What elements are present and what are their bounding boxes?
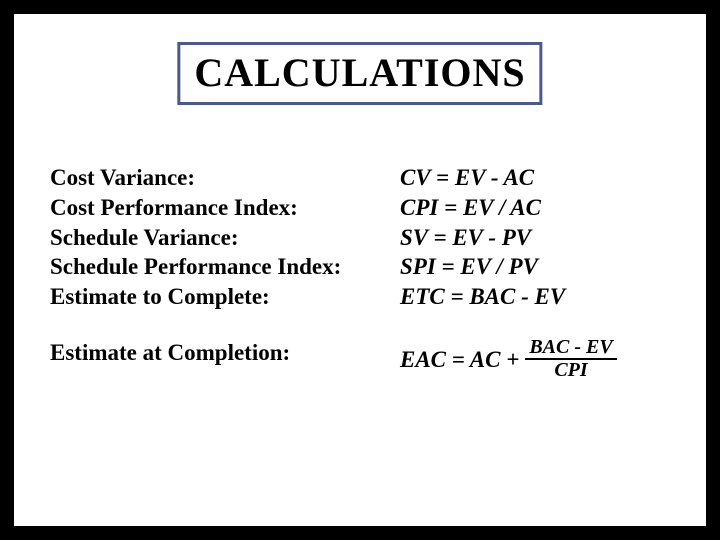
calc-row: Schedule Performance Index: SPI = EV / P…	[50, 253, 670, 282]
calc-row: Schedule Variance: SV = EV - PV	[50, 224, 670, 253]
calc-label: Estimate at Completion:	[50, 339, 400, 368]
calc-formula: EAC = AC + BAC - EV CPI	[400, 339, 670, 383]
calc-formula: CPI = EV / AC	[400, 194, 670, 223]
calc-label: Schedule Variance:	[50, 224, 400, 253]
calc-formula: ETC = BAC - EV	[400, 283, 670, 312]
formula-lead: EAC = AC +	[400, 346, 519, 375]
calc-label: Cost Performance Index:	[50, 194, 400, 223]
calc-label: Cost Variance:	[50, 164, 400, 193]
calc-row: Cost Variance: CV = EV - AC	[50, 164, 670, 193]
calc-row: Estimate to Complete: ETC = BAC - EV	[50, 283, 670, 312]
calc-formula: SPI = EV / PV	[400, 253, 670, 282]
fraction-numerator: BAC - EV	[525, 337, 616, 360]
calc-label: Schedule Performance Index:	[50, 253, 400, 282]
fraction: BAC - EV CPI	[525, 337, 616, 381]
calc-row: Cost Performance Index: CPI = EV / AC	[50, 194, 670, 223]
calc-formula: CV = EV - AC	[400, 164, 670, 193]
calc-label: Estimate to Complete:	[50, 283, 400, 312]
title-box: CALCULATIONS	[177, 42, 542, 105]
content-area: Cost Variance: CV = EV - AC Cost Perform…	[50, 164, 670, 384]
fraction-denominator: CPI	[550, 360, 591, 381]
slide-frame: CALCULATIONS Cost Variance: CV = EV - AC…	[0, 0, 720, 540]
spacer	[50, 313, 670, 339]
calc-row: Estimate at Completion: EAC = AC + BAC -…	[50, 339, 670, 383]
formula-inline: EAC = AC + BAC - EV CPI	[400, 339, 617, 383]
slide-title: CALCULATIONS	[194, 49, 525, 96]
calc-formula: SV = EV - PV	[400, 224, 670, 253]
